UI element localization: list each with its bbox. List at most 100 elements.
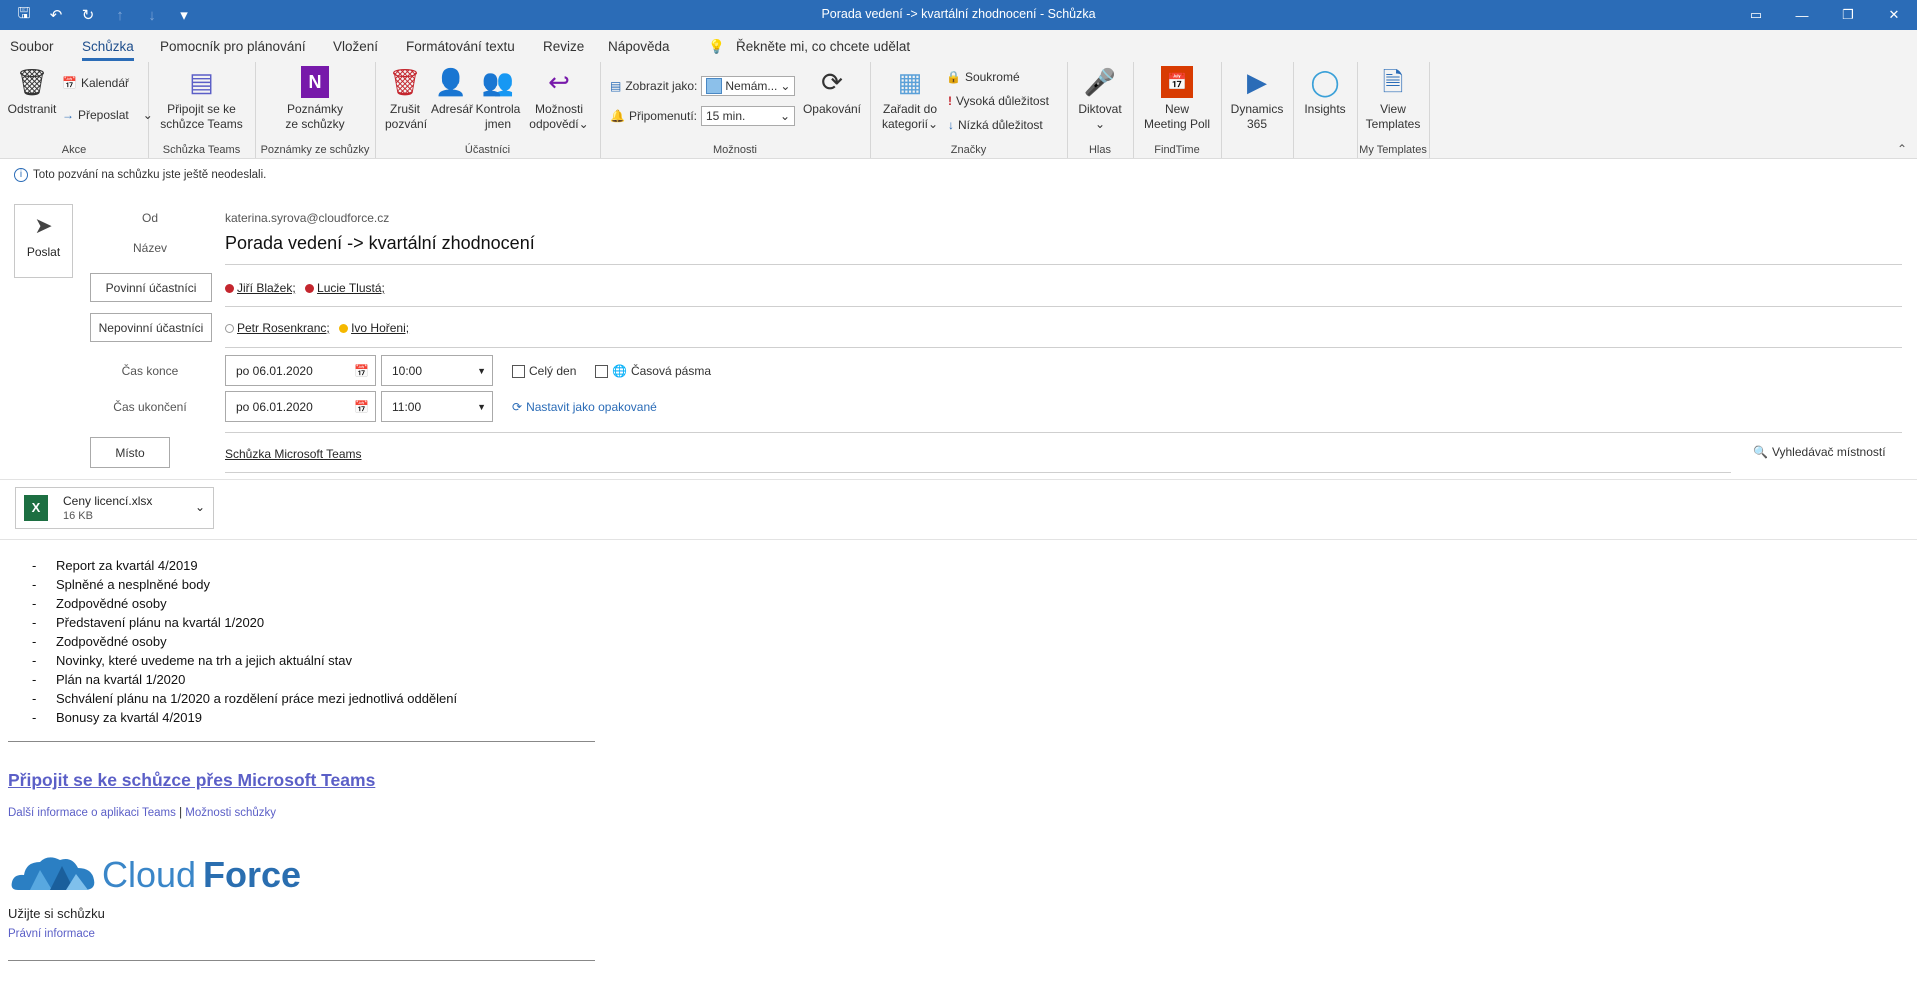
tab-format-text[interactable]: Formátování textu: [406, 39, 515, 54]
group-teams: ▤ Připojit se ke schůzce Teams Schůzka T…: [148, 62, 256, 158]
globe-icon: 🌐: [612, 364, 627, 378]
group-findtime: 📅 New Meeting Poll FindTime: [1133, 62, 1222, 158]
group-attendees: 🗑 Zrušit pozvání 👤 Adresář 👥 Kontrola jm…: [375, 62, 601, 158]
cloud-logo-icon: [11, 857, 95, 890]
cancel-calendar-icon: 🗑: [388, 66, 422, 97]
signature-text: Užijte si schůzku: [8, 906, 105, 921]
teams-links: Další informace o aplikaci Teams | Možno…: [8, 807, 277, 819]
calendar-button[interactable]: 📅 Kalendář: [62, 76, 129, 90]
tab-review[interactable]: Revize: [543, 39, 584, 54]
calendar-picker-icon[interactable]: 📅: [354, 364, 369, 378]
check-names-icon: 👥: [481, 66, 515, 97]
room-finder-button[interactable]: 🔍 Vyhledávač místností: [1753, 445, 1886, 459]
close-button[interactable]: ✕: [1871, 0, 1917, 30]
meeting-notes-button[interactable]: N Poznámky ze schůzky: [255, 66, 375, 132]
legal-link[interactable]: Právní informace: [8, 928, 95, 940]
cancel-invitation-button[interactable]: 🗑 Zrušit pozvání: [385, 66, 427, 132]
tab-scheduling-assistant[interactable]: Pomocník pro plánování: [160, 39, 306, 54]
chevron-down-icon: ⌄: [779, 109, 790, 123]
recurrence-button[interactable]: ⟳ Opakování: [800, 66, 864, 117]
low-importance-button[interactable]: ↓ Nízká důležitost: [948, 118, 1043, 132]
optional-attendees-button[interactable]: Nepovinní účastníci: [90, 313, 212, 342]
checkbox-icon: [512, 364, 525, 378]
list-item: - Bonusy za kvartál 4/2019: [32, 710, 202, 725]
delete-button[interactable]: 🗑 Odstranit: [6, 66, 58, 117]
window-title: Porada vedení -> kvartální zhodnocení - …: [821, 7, 1096, 21]
tell-me-search[interactable]: Řekněte mi, co chcete udělat: [736, 39, 910, 54]
subject-field[interactable]: Porada vedení -> kvartální zhodnocení: [225, 233, 535, 254]
attendee[interactable]: Petr Rosenkranc;: [237, 321, 330, 335]
lock-icon: 🔒: [946, 70, 961, 84]
dynamics-365-button[interactable]: ▶ Dynamics 365: [1221, 66, 1293, 132]
all-day-checkbox[interactable]: Celý den: [512, 364, 576, 378]
join-teams-button[interactable]: ▤ Připojit se ke schůzce Teams: [148, 66, 255, 132]
start-date-field[interactable]: po 06.01.2020 📅: [225, 355, 376, 386]
optional-attendees-field[interactable]: Petr Rosenkranc; Ivo Hořeni;: [225, 321, 409, 335]
send-icon: ➤: [34, 213, 53, 238]
required-attendees-field[interactable]: Jiří Blažek; Lucie Tlustá;: [225, 281, 385, 295]
list-item: - Report za kvartál 4/2019: [32, 558, 198, 573]
private-button[interactable]: 🔒 Soukromé: [946, 70, 1020, 84]
start-time-label: Čas konce: [121, 364, 179, 378]
high-importance-button[interactable]: ! Vysoká důležitost: [948, 94, 1049, 108]
divider: [225, 432, 1902, 433]
categorize-button[interactable]: ▦ Zařadit do kategorií⌄: [878, 66, 942, 132]
join-teams-link[interactable]: Připojit se ke schůzce přes Microsoft Te…: [8, 770, 375, 791]
exclamation-icon: !: [948, 94, 952, 108]
from-label: Od: [141, 211, 158, 225]
calendar-picker-icon[interactable]: 📅: [354, 400, 369, 414]
ribbon-tabs: Soubor Schůzka Pomocník pro plánování Vl…: [0, 30, 1917, 62]
location-field[interactable]: Schůzka Microsoft Teams: [225, 447, 362, 461]
forward-button[interactable]: → Přeposlat ⌄: [62, 108, 153, 122]
teams-info-link[interactable]: Další informace o aplikaci Teams: [8, 807, 176, 819]
check-names-button[interactable]: 👥 Kontrola jmen: [475, 66, 521, 132]
send-button[interactable]: ➤ Poslat: [14, 204, 73, 278]
attendee[interactable]: Ivo Hořeni;: [351, 321, 409, 335]
recurrence-icon: ⟳: [512, 400, 523, 414]
collapse-ribbon-icon[interactable]: ⌃: [1897, 142, 1907, 156]
view-templates-button[interactable]: 🗎 View Templates: [1357, 66, 1429, 132]
start-time-select[interactable]: 10:00 ▼: [381, 355, 493, 386]
meeting-options-link[interactable]: Možnosti schůzky: [185, 807, 276, 819]
chevron-down-icon: ⌄: [780, 79, 791, 93]
tab-insert[interactable]: Vložení: [333, 39, 378, 54]
title-bar: 🖫 ↶ ↻ ↑ ↓ ▾ Porada vedení -> kvartální z…: [0, 0, 1917, 30]
location-button[interactable]: Místo: [90, 437, 170, 468]
dictate-button[interactable]: 🎤 Diktovat ⌄: [1067, 66, 1133, 132]
new-meeting-poll-button[interactable]: 📅 New Meeting Poll: [1133, 66, 1221, 132]
recurrence-icon: ⟳: [821, 66, 843, 97]
tab-meeting[interactable]: Schůzka: [82, 39, 134, 61]
attendee[interactable]: Jiří Blažek;: [237, 281, 296, 295]
ribbon-display-options-icon[interactable]: ▭: [1733, 0, 1779, 30]
response-options-button[interactable]: ↩ Možnosti odpovědí⌄: [527, 66, 591, 132]
list-item: - Splněné a nesplněné body: [32, 577, 210, 592]
minimize-button[interactable]: —: [1779, 0, 1825, 30]
attachment-card[interactable]: X Ceny licencí.xlsx 16 KB ⌄: [15, 487, 214, 529]
make-recurring-link[interactable]: ⟳ Nastavit jako opakované: [512, 400, 657, 414]
free-color-swatch: [706, 78, 723, 94]
show-as-select[interactable]: Nemám... ⌄: [701, 76, 796, 96]
attachment-size: 16 KB: [63, 510, 93, 522]
tab-file[interactable]: Soubor: [10, 39, 54, 54]
divider: [225, 472, 1731, 473]
address-book-button[interactable]: 👤 Adresář: [431, 66, 473, 117]
insights-icon: ◯: [1310, 66, 1340, 97]
required-attendees-button[interactable]: Povinní účastníci: [90, 273, 212, 302]
meeting-agenda[interactable]: - Report za kvartál 4/2019 - Splněné a nes…: [32, 556, 457, 727]
attendee[interactable]: Lucie Tlustá;: [317, 281, 385, 295]
offline-status-icon: [225, 324, 234, 333]
end-time-select[interactable]: 11:00 ▼: [381, 391, 493, 422]
info-bar: i Toto pozvání na schůzku jste ještě neo…: [0, 160, 1917, 192]
chevron-down-icon[interactable]: ⌄: [195, 500, 205, 514]
group-actions: 🗑 Odstranit 📅 Kalendář → Přeposlat ⌄ Akce: [0, 62, 153, 158]
calendar-icon: 📅: [62, 76, 77, 90]
reminder-select[interactable]: 15 min. ⌄: [701, 106, 795, 126]
group-tags: ▦ Zařadit do kategorií⌄ 🔒 Soukromé ! Vysok…: [870, 62, 1068, 158]
insights-button[interactable]: ◯ Insights: [1293, 66, 1357, 117]
do-not-disturb-icon: [305, 284, 315, 293]
end-date-field[interactable]: po 06.01.2020 📅: [225, 391, 376, 422]
time-zones-checkbox[interactable]: 🌐 Časová pásma: [595, 364, 711, 378]
restore-button[interactable]: ❐: [1825, 0, 1871, 30]
teams-icon: ▤: [189, 66, 214, 97]
tab-help[interactable]: Nápověda: [608, 39, 670, 54]
